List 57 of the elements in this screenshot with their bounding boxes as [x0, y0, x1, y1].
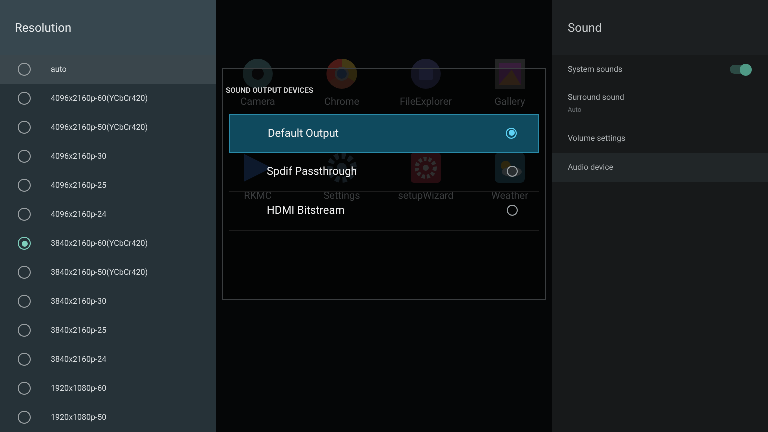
resolution-option[interactable]: 3840x2160p-60(YCbCr420)	[0, 229, 216, 258]
settings-item[interactable]: Audio device	[552, 153, 768, 182]
option-label: 4096x2160p-30	[51, 150, 107, 162]
resolution-option[interactable]: 4096x2160p-30	[0, 142, 216, 171]
radio-unselected[interactable]	[18, 411, 31, 424]
option-label: 4096x2160p-24	[51, 208, 107, 220]
radio-unselected[interactable]	[18, 208, 31, 221]
resolution-option[interactable]: 3840x2160p-30	[0, 287, 216, 316]
radio-selected[interactable]	[506, 128, 517, 138]
option-label: 1920x1080p-60	[51, 382, 107, 394]
item-label: Surround sound	[568, 92, 624, 104]
resolution-option[interactable]: auto	[0, 55, 216, 84]
option-label: 3840x2160p-30	[51, 296, 107, 308]
option-label: HDMI Bitstream	[267, 205, 345, 216]
radio-unselected[interactable]	[18, 266, 31, 279]
radio-unselected[interactable]	[18, 121, 31, 134]
settings-item[interactable]: System sounds	[552, 55, 768, 84]
option-label: Default Output	[268, 128, 339, 138]
settings-item[interactable]: Volume settings	[552, 124, 768, 153]
item-label: Audio device	[568, 162, 614, 174]
option-label: 3840x2160p-50(YCbCr420)	[51, 266, 148, 278]
resolution-option[interactable]: 4096x2160p-60(YCbCr420)	[0, 84, 216, 113]
output-option[interactable]: Default Output	[229, 114, 539, 152]
radio-unselected[interactable]	[18, 179, 31, 192]
radio-unselected[interactable]	[18, 382, 31, 395]
option-label: 4096x2160p-50(YCbCr420)	[51, 122, 148, 134]
resolution-option[interactable]: 1920x1080p-60	[0, 374, 216, 403]
item-label: Volume settings	[568, 132, 626, 144]
panel-title: Resolution	[15, 20, 72, 36]
toggle-switch[interactable]	[730, 65, 752, 74]
radio-unselected[interactable]	[18, 324, 31, 337]
resolution-option[interactable]: 1920x1080p-50	[0, 403, 216, 432]
option-label: 3840x2160p-60(YCbCr420)	[51, 238, 148, 250]
radio-unselected[interactable]	[18, 295, 31, 308]
resolution-option[interactable]: 3840x2160p-24	[0, 345, 216, 374]
resolution-option[interactable]: 4096x2160p-50(YCbCr420)	[0, 113, 216, 142]
output-option[interactable]: Spdif Passthrough	[229, 152, 539, 192]
option-label: 4096x2160p-25	[51, 180, 107, 192]
radio-selected[interactable]	[18, 237, 31, 250]
option-label: 1920x1080p-50	[51, 412, 107, 424]
resolution-option[interactable]: 3840x2160p-50(YCbCr420)	[0, 258, 216, 287]
item-label: System sounds	[568, 64, 623, 76]
resolution-option[interactable]: 4096x2160p-25	[0, 171, 216, 200]
radio-unselected[interactable]	[18, 92, 31, 105]
panel-title: Sound	[568, 20, 602, 36]
resolution-option[interactable]: 3840x2160p-25	[0, 316, 216, 345]
option-label: Spdif Passthrough	[267, 166, 358, 177]
radio-unselected[interactable]	[18, 353, 31, 366]
radio-unselected[interactable]	[507, 166, 518, 177]
option-label: 3840x2160p-24	[51, 354, 107, 366]
option-label: auto	[51, 64, 67, 76]
radio-unselected[interactable]	[18, 63, 31, 76]
option-label: 3840x2160p-25	[51, 324, 107, 336]
option-label: 4096x2160p-60(YCbCr420)	[51, 92, 148, 104]
radio-unselected[interactable]	[18, 150, 31, 163]
radio-unselected[interactable]	[507, 205, 518, 216]
resolution-option[interactable]: 4096x2160p-24	[0, 200, 216, 229]
